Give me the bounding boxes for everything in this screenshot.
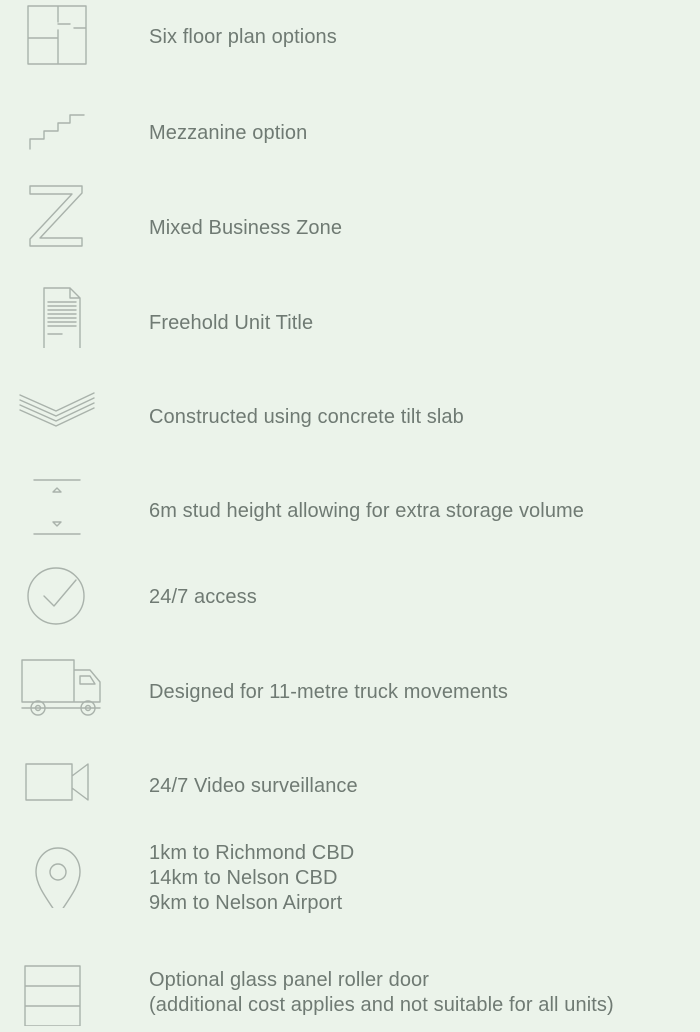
feature-text: Mezzanine option [149, 121, 307, 146]
feature-text: 24/7 access [149, 585, 257, 610]
feature-text: 6m stud height allowing for extra storag… [149, 499, 584, 524]
feature-line: Designed for 11-metre truck movements [149, 681, 509, 703]
feature-text: 1km to Richmond CBD 14km to Nelson CBD 9… [149, 841, 354, 916]
feature-line: Mixed Business Zone [149, 217, 343, 239]
feature-line: 1km to Richmond CBD [149, 842, 355, 864]
feature-text: Freehold Unit Title [149, 311, 313, 336]
features-page: { "features": [ {"icon": "floor-plan-ico… [0, 0, 700, 1032]
feature-text: Constructed using concrete tilt slab [149, 405, 464, 430]
feature-line: (additional cost applies and not suitabl… [149, 994, 614, 1016]
feature-line: Optional glass panel roller door [149, 969, 430, 991]
check-circle-icon [18, 562, 102, 632]
feature-line: 24/7 access [149, 586, 257, 608]
stairs-icon [18, 95, 102, 165]
zone-z-icon [18, 180, 102, 250]
feature-text: Optional glass panel roller door (additi… [149, 968, 614, 1018]
feature-line: 9km to Nelson Airport [149, 892, 343, 914]
location-pin-icon [18, 838, 102, 908]
feature-line: 24/7 Video surveillance [149, 775, 358, 797]
feature-line: Six floor plan options [149, 26, 337, 48]
feature-line: Freehold Unit Title [149, 312, 314, 334]
feature-text: Six floor plan options [149, 25, 337, 50]
document-icon [18, 278, 102, 348]
video-camera-icon [18, 750, 102, 820]
height-icon [18, 474, 102, 544]
feature-line: Constructed using concrete tilt slab [149, 406, 464, 428]
floor-plan-icon [18, 0, 102, 70]
feature-line: 14km to Nelson CBD [149, 867, 338, 889]
feature-line: 6m stud height allowing for extra storag… [149, 500, 585, 522]
feature-text: Designed for 11-metre truck movements [149, 680, 508, 705]
layers-icon [18, 375, 102, 445]
truck-icon [18, 656, 102, 726]
feature-line: Mezzanine option [149, 122, 308, 144]
feature-text: 24/7 Video surveillance [149, 774, 358, 799]
roller-door-icon [18, 956, 102, 1026]
feature-text: Mixed Business Zone [149, 216, 342, 241]
